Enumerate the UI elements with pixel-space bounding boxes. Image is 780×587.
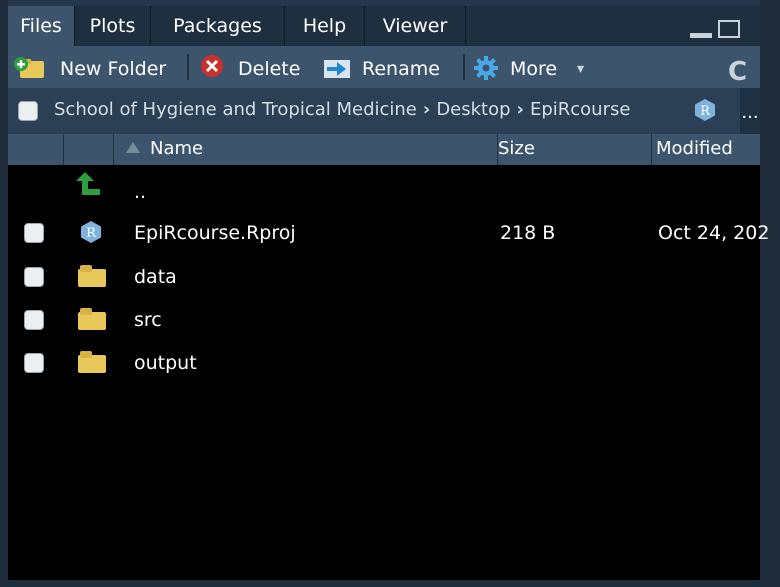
file-name[interactable]: EpiRcourse.Rproj [134,212,296,255]
toolbar-divider [463,54,465,80]
folder-icon [78,351,106,373]
file-name[interactable]: data [134,256,177,299]
r-project-icon: R [81,221,101,243]
tab-plots[interactable]: Plots [75,6,151,46]
breadcrumb-desktop[interactable]: Desktop [436,99,510,120]
delete-icon [201,55,223,77]
rename-icon [324,60,350,78]
breadcrumb-separator: › [422,99,431,120]
table-row[interactable]: src [8,299,760,342]
gear-icon [474,56,498,80]
folder-icon [78,308,106,330]
table-row[interactable]: output [8,342,760,385]
up-arrow-icon [76,172,100,195]
refresh-icon[interactable]: C [728,46,747,88]
breadcrumb-path: School of Hygiene and Tropical Medicine ›… [54,88,630,132]
row-checkbox[interactable] [24,310,44,330]
row-checkbox[interactable] [24,223,44,243]
file-list-header: Name Size Modified [8,134,760,165]
header-icon-col [64,134,114,165]
breadcrumb: School of Hygiene and Tropical Medicine ›… [8,88,760,134]
header-name-label: Name [150,138,204,159]
file-modified: Oct 24, 202 [658,222,768,244]
files-toolbar: New Folder Delete Rename More ▾ C [8,46,760,88]
header-size-label: Size [498,138,535,159]
breadcrumb-overflow-button[interactable]: ... [740,88,760,134]
folder-icon [78,265,106,287]
tab-bar-filler [466,6,760,46]
header-size[interactable]: Size [498,134,652,165]
table-row[interactable]: R EpiRcourse.Rproj 218 B Oct 24, 202 [8,212,768,255]
file-name[interactable]: src [134,299,162,342]
row-checkbox[interactable] [24,267,44,287]
select-all-checkbox[interactable] [18,101,38,121]
svg-text:R: R [700,104,711,119]
project-icon[interactable]: R [694,98,716,122]
table-row-parent[interactable]: .. [8,165,760,208]
tab-viewer[interactable]: Viewer [365,6,466,46]
minimize-icon[interactable] [690,33,712,38]
header-name[interactable]: Name [114,134,498,165]
toolbar-divider [187,54,189,80]
sort-ascending-icon [126,142,140,153]
svg-text:R: R [86,226,97,241]
row-checkbox[interactable] [24,353,44,373]
breadcrumb-separator: › [516,99,524,120]
new-folder-icon [14,57,44,78]
file-name[interactable]: .. [134,171,146,214]
breadcrumb-root[interactable]: School of Hygiene and Tropical Medicine [54,99,417,120]
header-checkbox-col [8,134,64,165]
header-modified-label: Modified [656,138,733,159]
maximize-icon[interactable] [718,20,740,38]
tab-packages[interactable]: Packages [151,6,285,46]
tab-files[interactable]: Files [8,6,75,46]
tab-bar: Files Plots Packages Help Viewer [8,0,760,46]
file-size: 218 B [500,222,556,244]
file-name[interactable]: output [134,342,197,385]
header-modified[interactable]: Modified [652,134,760,165]
table-row[interactable]: data [8,256,760,299]
breadcrumb-current[interactable]: EpiRcourse [530,99,630,120]
tab-help[interactable]: Help [285,6,365,46]
